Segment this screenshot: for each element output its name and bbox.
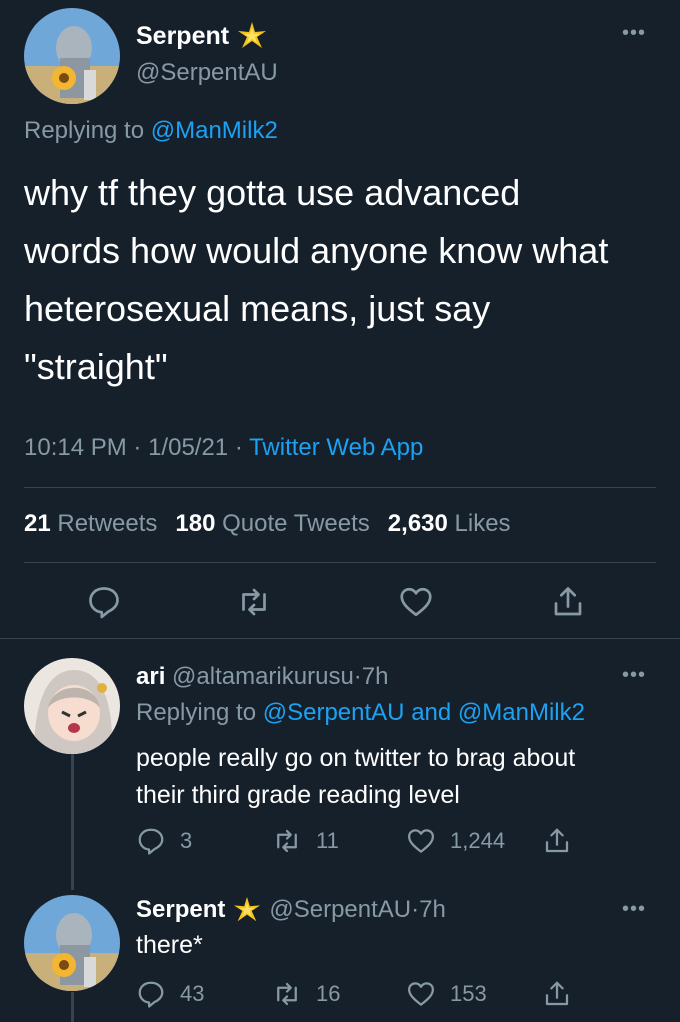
thread-line — [71, 754, 74, 890]
tweet-text-line: heterosexual means, just say — [24, 288, 491, 329]
separator: · — [411, 896, 420, 923]
reply-count: 3 — [180, 828, 193, 853]
likes-stat[interactable]: 2,630 Likes — [388, 510, 511, 538]
avatar-image — [24, 658, 120, 754]
avatar[interactable] — [24, 8, 120, 104]
and-word: and — [411, 699, 452, 726]
reply-time[interactable]: 7h — [362, 663, 389, 690]
divider — [24, 487, 656, 488]
more-options-icon[interactable]: ••• — [622, 664, 646, 687]
quotes-label: Quote Tweets — [222, 510, 370, 537]
mention-link[interactable]: @ManMilk2 — [151, 117, 278, 144]
thread-line — [71, 992, 74, 1022]
more-options-icon[interactable]: ••• — [622, 22, 646, 45]
reply-text: there* — [136, 931, 203, 959]
reply-header: Serpent @SerpentAU·7h — [136, 896, 446, 924]
sparkle-star-icon — [238, 22, 267, 48]
reply-text-line: their third grade reading level — [136, 781, 460, 809]
retweet-count: 11 — [316, 828, 339, 853]
avatar[interactable] — [24, 658, 120, 754]
heart-icon — [408, 829, 434, 853]
retweet-button[interactable]: 11 — [272, 826, 339, 856]
quotes-stat[interactable]: 180 Quote Tweets — [175, 510, 369, 538]
heart-icon — [408, 982, 434, 1006]
author-handle[interactable]: @SerpentAU — [136, 59, 278, 87]
author-name[interactable]: Serpent — [136, 896, 225, 924]
reply-count: 43 — [180, 981, 205, 1006]
reply-button[interactable] — [86, 584, 122, 620]
tweet-meta: 10:14 PM · 1/05/21 · Twitter Web App — [24, 434, 423, 462]
likes-label: Likes — [454, 510, 511, 537]
reply-icon — [138, 828, 164, 855]
reply-header: ari @altamarikurusu·7h — [136, 663, 389, 691]
reply-text: people really go on twitter to brag abou… — [136, 740, 666, 814]
like-count: 153 — [450, 981, 487, 1006]
author-name[interactable]: ari — [136, 663, 165, 690]
retweets-label: Retweets — [57, 510, 158, 537]
heart-icon — [400, 587, 432, 617]
mention-link[interactable]: @SerpentAU — [263, 699, 405, 726]
retweet-icon — [242, 588, 266, 616]
tweet-text-line: why tf they gotta use advanced — [24, 172, 521, 213]
share-button[interactable] — [542, 979, 572, 1009]
likes-count: 2,630 — [387, 510, 448, 537]
more-options-icon[interactable]: ••• — [622, 898, 646, 921]
divider — [0, 638, 680, 639]
like-button[interactable]: 153 — [406, 979, 487, 1009]
reply-button[interactable]: 3 — [136, 826, 192, 856]
quotes-count: 180 — [175, 510, 216, 537]
retweets-stat[interactable]: 21 Retweets — [24, 510, 157, 538]
tweet-stats: 21 Retweets 180 Quote Tweets 2,630 Likes — [24, 510, 511, 538]
sparkle-star-icon — [234, 896, 261, 922]
tweet-text: why tf they gotta use advanced words how… — [24, 164, 664, 396]
divider — [24, 562, 656, 563]
avatar[interactable] — [24, 895, 120, 991]
like-button[interactable] — [398, 584, 434, 620]
reply-icon — [89, 587, 119, 619]
share-button[interactable] — [550, 584, 586, 620]
replying-prefix: Replying to — [24, 117, 145, 144]
retweet-icon — [277, 829, 297, 853]
reply-icon — [138, 981, 164, 1008]
reply-button[interactable]: 43 — [136, 979, 204, 1009]
separator: · — [133, 434, 142, 461]
tweet-time[interactable]: 10:14 PM — [24, 434, 127, 461]
retweet-icon — [277, 982, 297, 1006]
like-count: 1,244 — [450, 828, 506, 853]
tweet-text-line: "straight" — [24, 346, 168, 387]
replying-to: Replying to @ManMilk2 — [24, 117, 278, 145]
separator: · — [353, 663, 362, 690]
author-handle[interactable]: @altamarikurusu — [172, 663, 354, 690]
share-icon — [545, 981, 569, 1006]
reply-time[interactable]: 7h — [419, 896, 446, 923]
replying-to: Replying to @SerpentAU and @ManMilk2 — [136, 699, 585, 727]
share-button[interactable] — [542, 826, 572, 856]
separator: · — [234, 434, 243, 461]
author-name[interactable]: Serpent — [136, 22, 229, 51]
author-handle[interactable]: @SerpentAU — [269, 896, 411, 923]
share-icon — [545, 828, 569, 853]
avatar-image — [24, 895, 120, 991]
share-icon — [554, 587, 582, 616]
retweet-button[interactable] — [236, 584, 272, 620]
replying-prefix: Replying to — [136, 699, 257, 726]
retweet-count: 16 — [316, 981, 341, 1006]
retweets-count: 21 — [24, 510, 51, 537]
tweet-text-line: words how would anyone know what — [24, 230, 609, 271]
tweet-date[interactable]: 1/05/21 — [148, 434, 228, 461]
avatar-image — [24, 8, 120, 104]
tweet-source[interactable]: Twitter Web App — [249, 434, 423, 461]
reply-text-line: people really go on twitter to brag abou… — [136, 744, 576, 772]
mention-link[interactable]: @ManMilk2 — [458, 699, 585, 726]
like-button[interactable]: 1,244 — [406, 826, 505, 856]
retweet-button[interactable]: 16 — [272, 979, 340, 1009]
